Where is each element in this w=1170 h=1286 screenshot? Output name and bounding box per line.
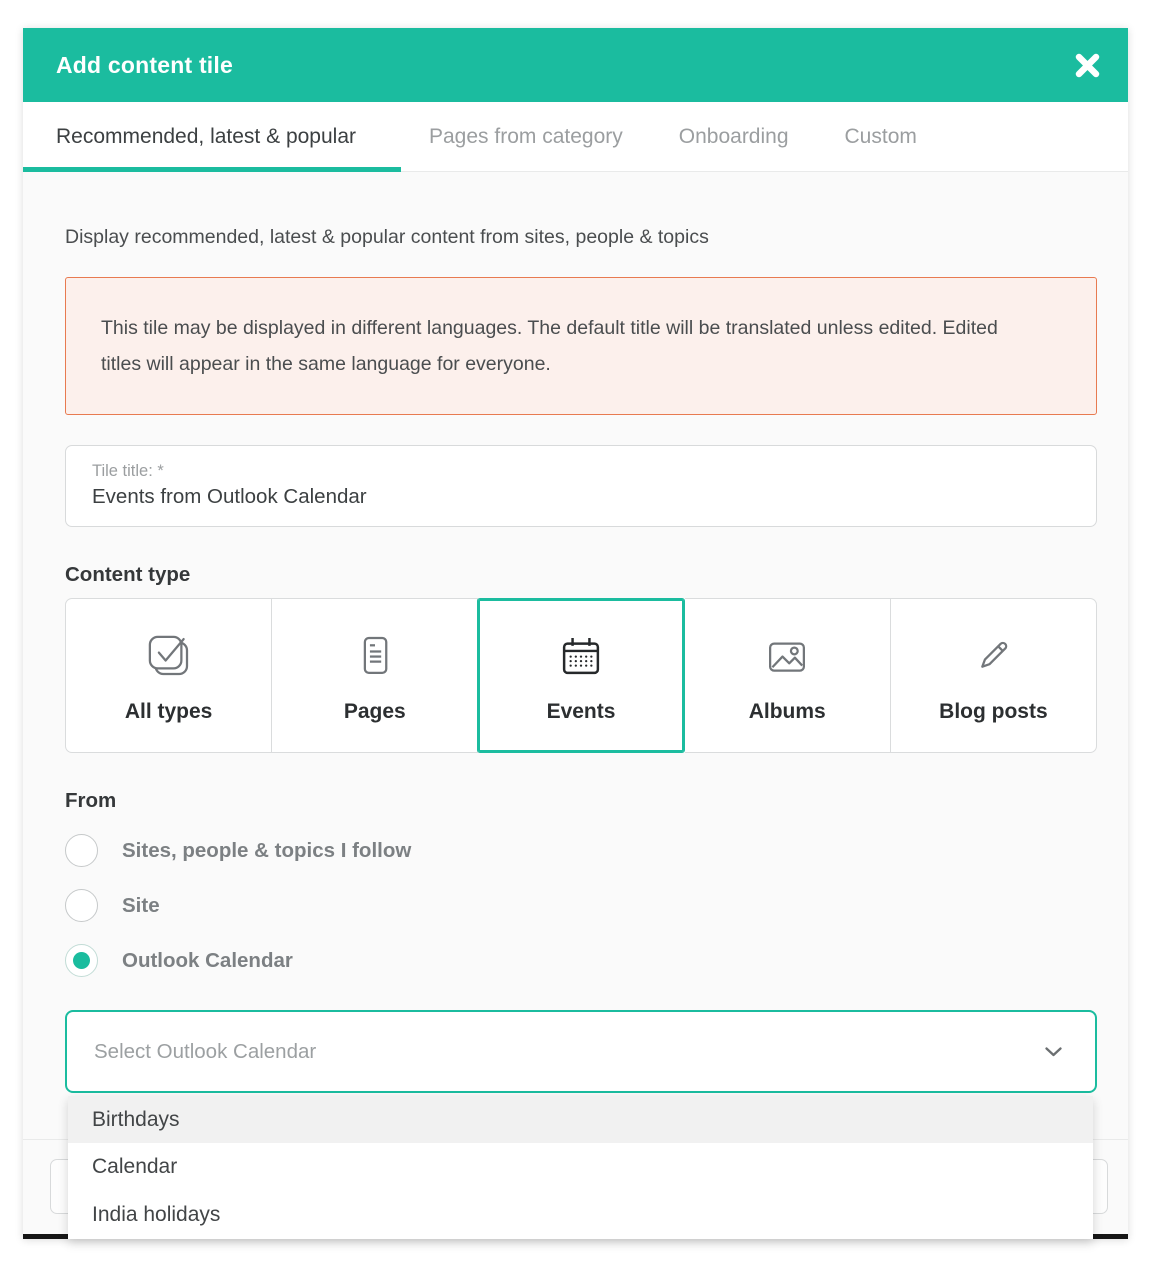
dialog-header: Add content tile [23, 28, 1128, 102]
radio-outlook-calendar[interactable]: Outlook Calendar [65, 944, 1097, 977]
content-type-label: Pages [344, 700, 406, 724]
image-icon [760, 628, 814, 684]
dropdown-option-label: India holidays [92, 1203, 220, 1227]
chevron-down-icon [1045, 1047, 1062, 1057]
tab-custom[interactable]: Custom [817, 102, 945, 171]
content-type-label: Blog posts [939, 700, 1048, 724]
select-placeholder: Select Outlook Calendar [94, 1040, 316, 1064]
dialog-body: Display recommended, latest & popular co… [23, 172, 1128, 1093]
pencil-icon [966, 628, 1020, 684]
close-button[interactable] [1070, 48, 1104, 82]
tab-onboarding[interactable]: Onboarding [651, 102, 817, 171]
radio-label: Sites, people & topics I follow [122, 839, 411, 863]
tile-title-input[interactable] [92, 486, 1070, 508]
tile-title-label: Tile title: * [92, 463, 1070, 480]
tab-recommended-latest-popular[interactable]: Recommended, latest & popular [23, 102, 401, 171]
all-types-icon [142, 628, 196, 684]
dialog-title: Add content tile [56, 52, 233, 79]
dropdown-option-birthdays[interactable]: Birthdays [68, 1096, 1093, 1143]
content-type-blog-posts[interactable]: Blog posts [891, 598, 1097, 753]
content-type-heading: Content type [65, 563, 1097, 586]
page-background: { "modal": { "title": "Add content tile"… [0, 0, 1170, 1286]
dropdown-option-label: Calendar [92, 1155, 177, 1179]
tab-pages-from-category[interactable]: Pages from category [401, 102, 651, 171]
dropdown-option-india-holidays[interactable]: India holidays [68, 1191, 1093, 1239]
tab-label: Onboarding [679, 125, 789, 149]
close-icon [1074, 52, 1101, 79]
radio-button-selected-icon [65, 944, 98, 977]
tab-label: Pages from category [429, 125, 623, 149]
radio-label: Site [122, 894, 160, 918]
calendar-icon [554, 628, 608, 684]
radio-site[interactable]: Site [65, 889, 1097, 922]
radio-button-icon [65, 889, 98, 922]
content-type-options: All types Pages [65, 598, 1097, 753]
content-type-label: All types [125, 700, 213, 724]
from-heading: From [65, 789, 1097, 812]
content-type-label: Albums [749, 700, 826, 724]
content-type-label: Events [547, 700, 616, 724]
radio-label: Outlook Calendar [122, 949, 293, 973]
dropdown-option-label: Birthdays [92, 1108, 180, 1132]
tile-title-field: Tile title: * [65, 445, 1097, 527]
radio-sites-people-topics[interactable]: Sites, people & topics I follow [65, 834, 1097, 867]
page-icon [348, 628, 402, 684]
add-content-tile-dialog: Add content tile Recommended, latest & p… [23, 28, 1128, 1239]
dialog-tabs: Recommended, latest & popular Pages from… [23, 102, 1128, 172]
content-type-events[interactable]: Events [477, 598, 684, 753]
outlook-calendar-dropdown-list: Birthdays Calendar India holidays [68, 1096, 1093, 1239]
from-radio-group: Sites, people & topics I follow Site Out… [65, 834, 1097, 977]
content-type-all-types[interactable]: All types [65, 598, 272, 753]
translation-warning-banner: This tile may be displayed in different … [65, 277, 1097, 415]
tab-label: Recommended, latest & popular [56, 125, 356, 149]
intro-text: Display recommended, latest & popular co… [65, 225, 1097, 249]
content-type-albums[interactable]: Albums [685, 598, 891, 753]
radio-button-icon [65, 834, 98, 867]
outlook-calendar-select[interactable]: Select Outlook Calendar [65, 1010, 1097, 1093]
warning-text: This tile may be displayed in different … [101, 317, 998, 375]
content-type-pages[interactable]: Pages [272, 598, 478, 753]
tab-label: Custom [845, 125, 917, 149]
dropdown-option-calendar[interactable]: Calendar [68, 1143, 1093, 1191]
